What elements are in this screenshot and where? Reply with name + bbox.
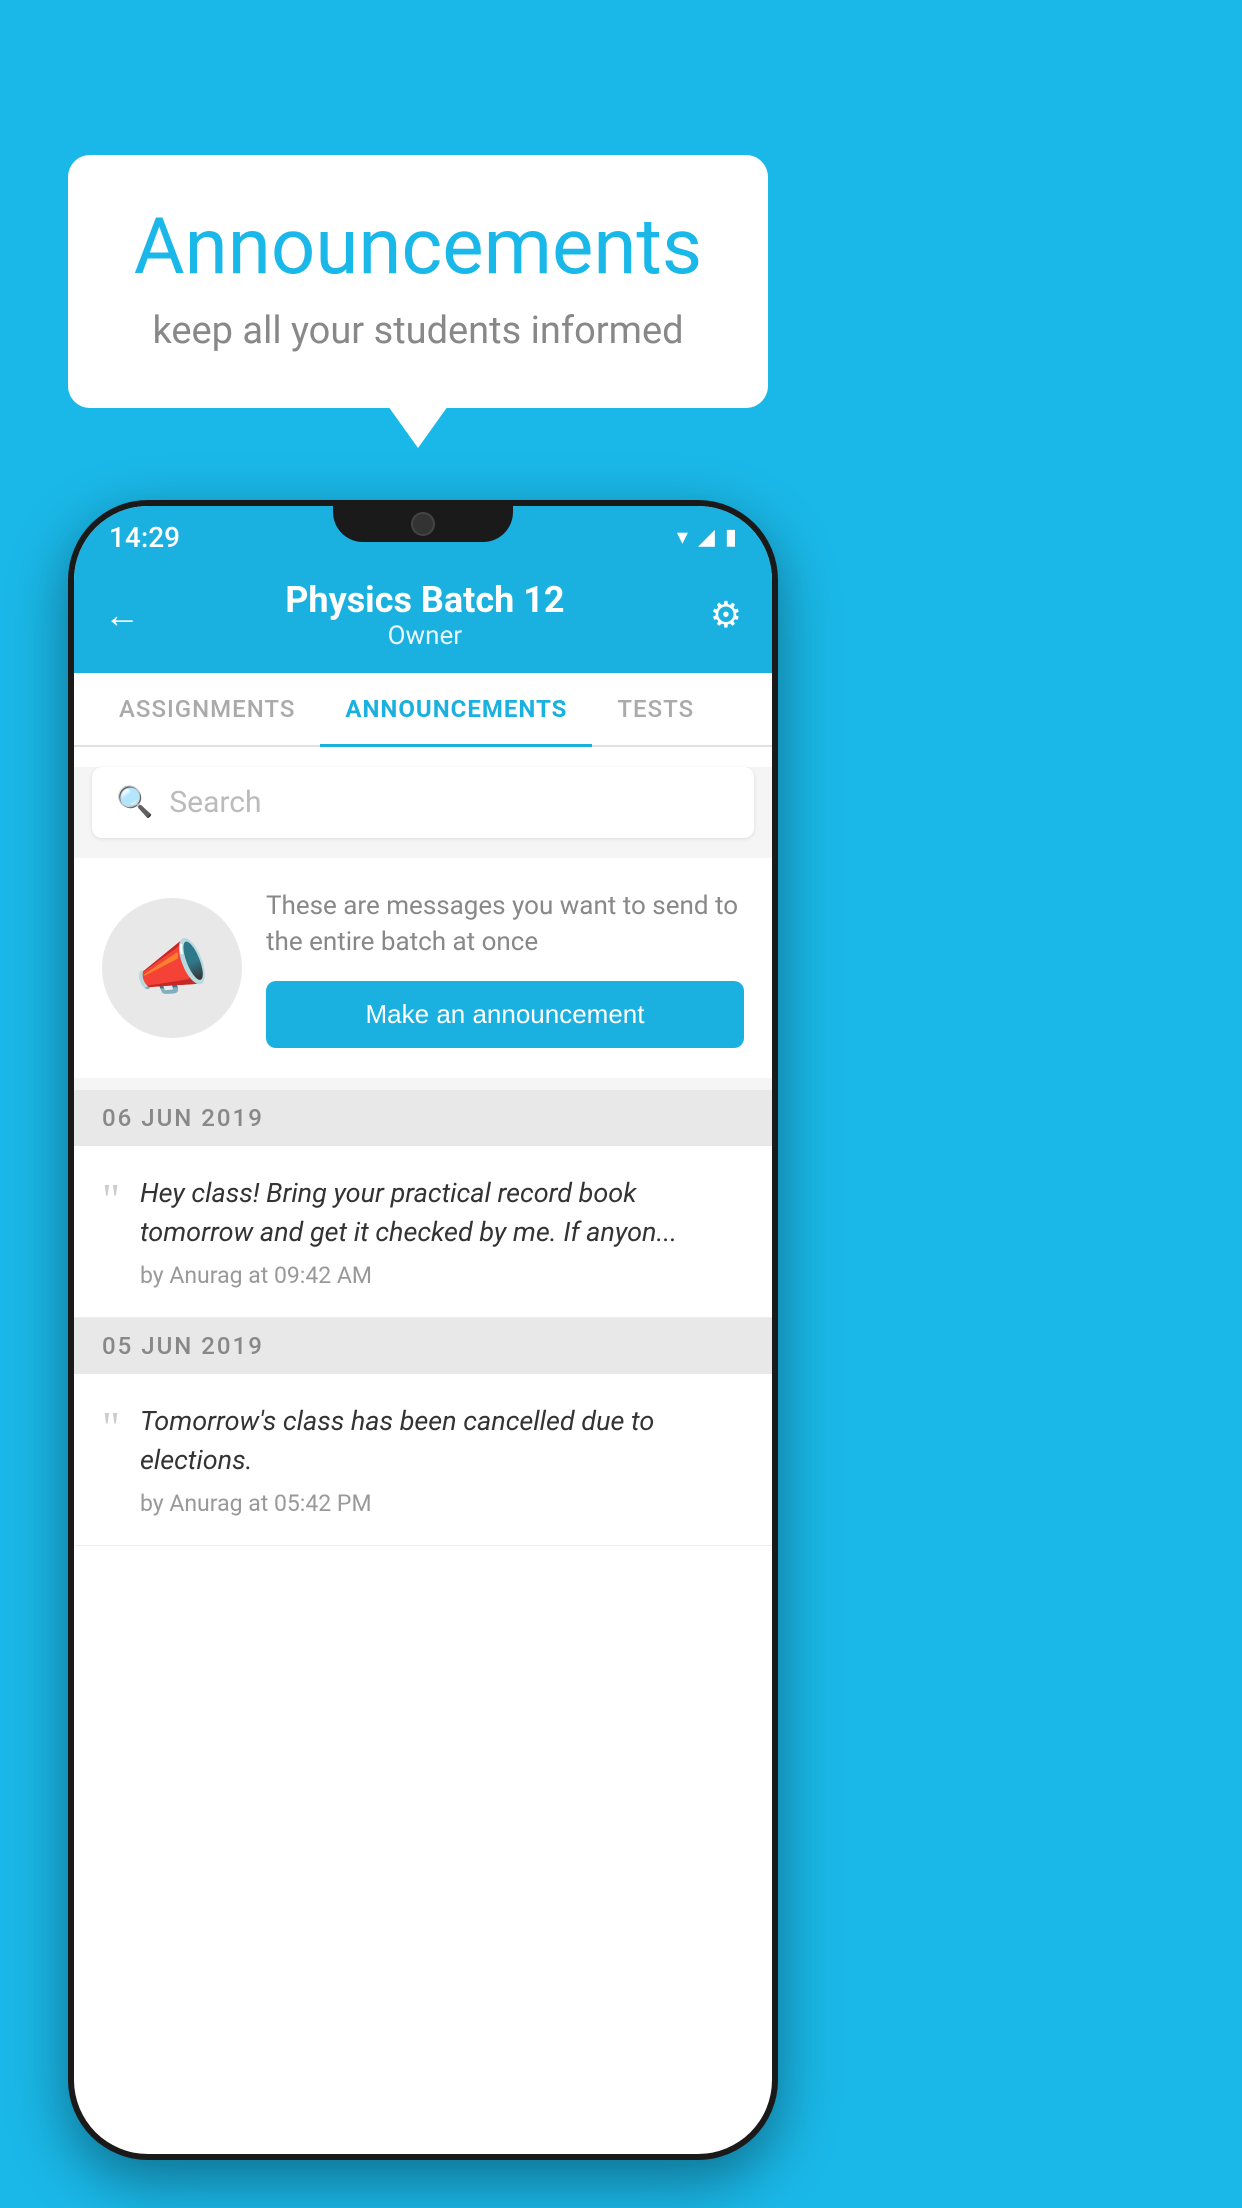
announcement-item-1[interactable]: " Hey class! Bring your practical record… — [74, 1146, 772, 1318]
phone-notch — [333, 500, 513, 542]
phone-screen: 14:29 ▾ ◢ ▮ ← Physics Batch 12 Owner ⚙ A… — [74, 506, 772, 2154]
camera — [411, 512, 435, 536]
phone-frame: 14:29 ▾ ◢ ▮ ← Physics Batch 12 Owner ⚙ A… — [68, 500, 778, 2160]
settings-icon[interactable]: ⚙ — [710, 594, 742, 636]
quote-icon-1: " — [102, 1178, 120, 1222]
header-center: Physics Batch 12 Owner — [285, 579, 564, 651]
announcement-content-2: Tomorrow's class has been cancelled due … — [140, 1402, 744, 1517]
search-bar[interactable]: 🔍 Search — [92, 767, 754, 838]
announcement-meta-1: by Anurag at 09:42 AM — [140, 1262, 744, 1289]
megaphone-icon: 📣 — [135, 932, 210, 1003]
prompt-description: These are messages you want to send to t… — [266, 888, 744, 961]
bubble-title: Announcements — [128, 205, 708, 291]
tabs-bar: ASSIGNMENTS ANNOUNCEMENTS TESTS — [74, 673, 772, 747]
date-label-1: 06 JUN 2019 — [102, 1104, 264, 1132]
announcement-meta-2: by Anurag at 05:42 PM — [140, 1490, 744, 1517]
battery-icon: ▮ — [725, 525, 737, 550]
speech-bubble-container: Announcements keep all your students inf… — [68, 155, 768, 408]
date-label-2: 05 JUN 2019 — [102, 1332, 264, 1360]
tab-assignments[interactable]: ASSIGNMENTS — [94, 673, 320, 745]
date-separator-1: 06 JUN 2019 — [74, 1090, 772, 1146]
announcement-item-2[interactable]: " Tomorrow's class has been cancelled du… — [74, 1374, 772, 1546]
announcement-text-1: Hey class! Bring your practical record b… — [140, 1174, 744, 1252]
back-button[interactable]: ← — [104, 594, 140, 636]
quote-icon-2: " — [102, 1406, 120, 1450]
status-time: 14:29 — [109, 521, 180, 554]
announcement-text-2: Tomorrow's class has been cancelled due … — [140, 1402, 744, 1480]
batch-title: Physics Batch 12 — [285, 579, 564, 621]
make-announcement-button[interactable]: Make an announcement — [266, 981, 744, 1048]
bubble-subtitle: keep all your students informed — [128, 309, 708, 353]
signal-icon: ◢ — [698, 525, 715, 550]
tab-announcements[interactable]: ANNOUNCEMENTS — [320, 673, 592, 745]
search-input[interactable]: Search — [169, 785, 261, 820]
announcement-prompt: 📣 These are messages you want to send to… — [74, 858, 772, 1078]
tab-tests[interactable]: TESTS — [592, 673, 719, 745]
content-area: 🔍 Search 📣 These are messages you want t… — [74, 767, 772, 1546]
status-icons: ▾ ◢ ▮ — [677, 525, 737, 550]
announcement-content-1: Hey class! Bring your practical record b… — [140, 1174, 744, 1289]
wifi-icon: ▾ — [677, 525, 688, 550]
date-separator-2: 05 JUN 2019 — [74, 1318, 772, 1374]
prompt-right: These are messages you want to send to t… — [266, 888, 744, 1048]
app-header: ← Physics Batch 12 Owner ⚙ — [74, 561, 772, 673]
batch-role: Owner — [285, 621, 564, 651]
search-icon: 🔍 — [116, 785, 153, 820]
megaphone-circle: 📣 — [102, 898, 242, 1038]
speech-bubble: Announcements keep all your students inf… — [68, 155, 768, 408]
